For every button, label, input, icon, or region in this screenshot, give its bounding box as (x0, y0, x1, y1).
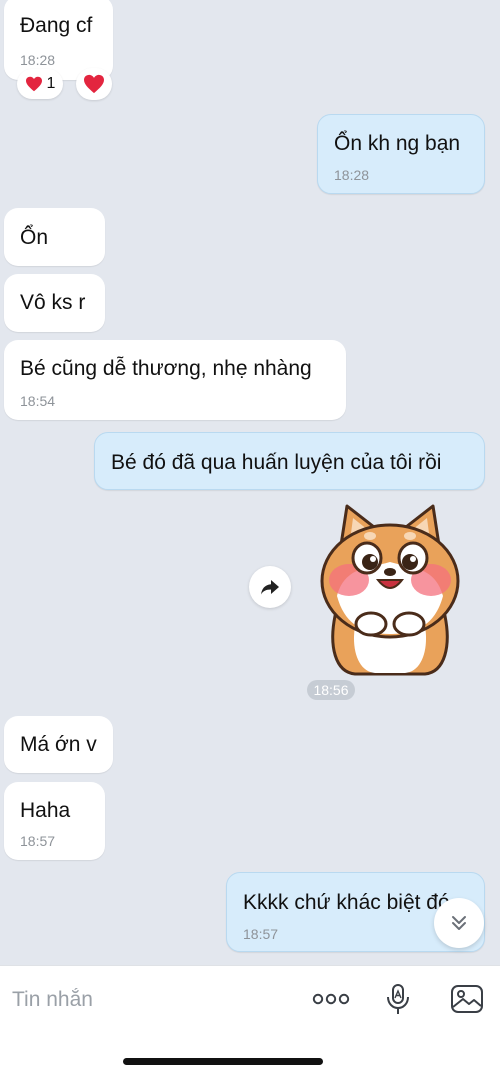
message-text: Vô ks r (20, 291, 86, 314)
message-time: 18:54 (20, 393, 56, 409)
home-indicator (123, 1058, 323, 1065)
message-bubble-outgoing[interactable]: Ổn kh ng bạn 18:28 (317, 114, 485, 194)
image-icon (451, 985, 483, 1013)
reaction-summary[interactable]: 1 (17, 69, 63, 99)
double-chevron-down-icon (452, 916, 466, 930)
more-button[interactable] (311, 979, 351, 1019)
message-text: Ổn kh ng bạn (334, 132, 461, 155)
message-bubble-incoming[interactable]: Vô ks r (4, 274, 105, 332)
message-text: Kkkk chứ khác biệt đó (243, 891, 450, 914)
sticker-image (320, 504, 460, 676)
message-bubble-incoming[interactable]: Má ớn v (4, 716, 113, 773)
more-dots-icon (312, 993, 350, 1005)
sticker-time: 18:56 (307, 680, 355, 700)
heart-icon (25, 76, 42, 92)
message-text: Bé đó đã qua huấn luyện của tôi rồi (111, 451, 442, 474)
message-text: Đang cf (20, 14, 93, 37)
message-time: 18:28 (334, 167, 370, 183)
message-time: 18:57 (243, 926, 279, 942)
message-input[interactable] (10, 982, 264, 1018)
message-bubble-outgoing[interactable]: Bé đó đã qua huấn luyện của tôi rồi (94, 432, 485, 490)
reaction-count: 1 (46, 75, 56, 92)
message-text: Bé cũng dễ thương, nhẹ nhàng (20, 357, 312, 380)
heart-icon (84, 74, 104, 94)
message-bubble-incoming[interactable]: Ổn (4, 208, 105, 266)
microphone-icon (387, 984, 409, 1014)
message-time: 18:28 (20, 52, 56, 68)
voice-button[interactable] (378, 979, 418, 1019)
shiba-dog-sticker[interactable] (315, 496, 465, 676)
message-text: Má ớn v (20, 733, 97, 756)
message-text: Haha (20, 799, 71, 822)
message-bubble-incoming[interactable]: Bé cũng dễ thương, nhẹ nhàng 18:54 (4, 340, 346, 420)
scroll-to-bottom-button[interactable] (434, 898, 484, 948)
chat-thread[interactable]: Đang cf 18:28 1 Ổn kh ng bạn 18:28 Ổn Vô… (0, 0, 500, 965)
react-button[interactable] (76, 68, 112, 100)
image-button[interactable] (447, 979, 487, 1019)
share-forward-icon (261, 580, 279, 595)
message-bubble-incoming[interactable]: Haha 18:57 (4, 782, 105, 860)
message-text: Ổn (20, 226, 49, 249)
share-button[interactable] (249, 566, 291, 608)
message-composer (0, 965, 500, 1075)
message-time: 18:57 (20, 833, 56, 849)
